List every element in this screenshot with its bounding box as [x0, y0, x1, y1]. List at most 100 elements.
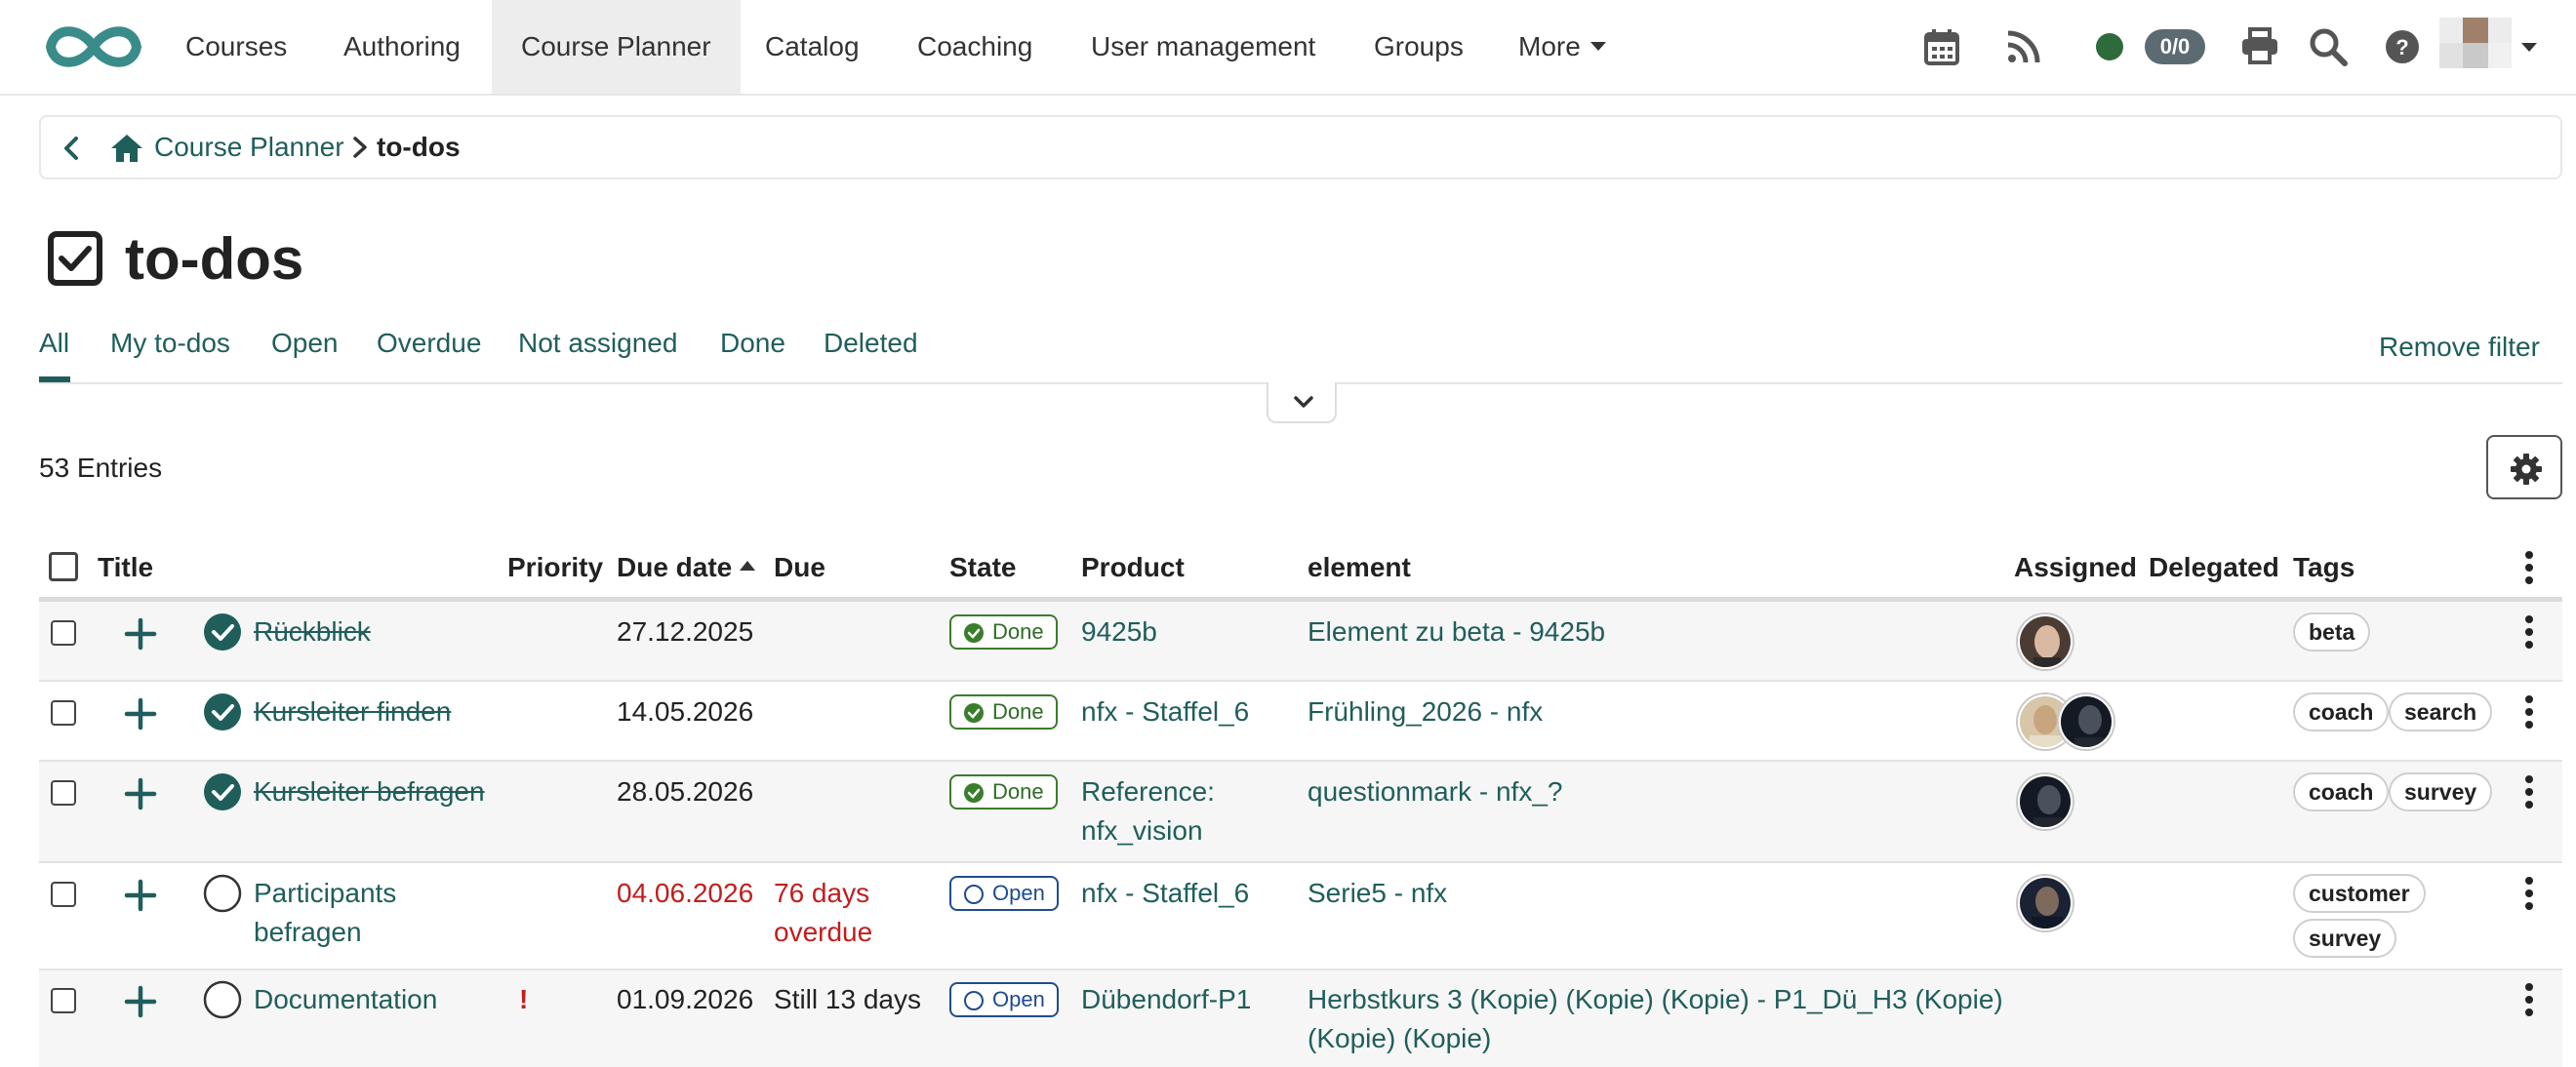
check-circle-icon[interactable] — [203, 613, 242, 652]
column-header-due-date[interactable]: Due date — [617, 548, 756, 587]
open-circle-icon[interactable] — [203, 980, 242, 1019]
tab-deleted[interactable]: Deleted — [824, 324, 918, 363]
state-label: Done — [992, 619, 1044, 644]
row-checkbox[interactable] — [51, 700, 76, 726]
tag-chip[interactable]: coach — [2293, 692, 2390, 731]
column-header-assigned[interactable]: Assigned — [2014, 548, 2137, 587]
element-link[interactable]: Element zu beta - 9425b — [1308, 613, 1605, 652]
due-date: 01.09.2026 — [617, 984, 754, 1014]
nav-more[interactable]: More — [1518, 0, 1606, 94]
tag-chip[interactable]: coach — [2293, 772, 2390, 811]
user-avatar[interactable] — [2439, 18, 2512, 68]
row-checkbox[interactable] — [51, 780, 76, 806]
element-link[interactable]: Herbstkurs 3 (Kopie) (Kopie) (Kopie) - P… — [1308, 980, 2003, 1058]
check-circle-icon — [964, 623, 984, 643]
state-label: Open — [992, 881, 1045, 905]
row-checkbox[interactable] — [51, 988, 76, 1013]
column-header-product[interactable]: Product — [1081, 548, 1185, 587]
column-options-kebab-icon[interactable] — [2523, 548, 2535, 587]
row-actions-kebab-icon[interactable] — [2523, 772, 2535, 811]
tag-chip[interactable]: search — [2389, 692, 2493, 731]
calendar-icon[interactable] — [1920, 25, 1963, 68]
home-icon[interactable] — [109, 131, 144, 166]
nav-courses[interactable]: Courses — [185, 0, 287, 94]
sort-ascending-icon — [740, 560, 756, 571]
column-header-state[interactable]: State — [949, 548, 1016, 587]
row-actions-kebab-icon[interactable] — [2523, 980, 2535, 1019]
todo-title-link[interactable]: Kursleiter befragen — [254, 772, 485, 811]
column-header-title[interactable]: Title — [98, 548, 153, 587]
assigned-user-avatar[interactable] — [2018, 876, 2073, 930]
element-link[interactable]: Serie5 - nfx — [1308, 874, 1447, 913]
row-actions-kebab-icon[interactable] — [2523, 692, 2535, 731]
rss-icon[interactable] — [2002, 25, 2045, 68]
breadcrumb-link-course-planner[interactable]: Course Planner — [154, 117, 344, 178]
tab-all[interactable]: All — [39, 324, 69, 363]
column-header-due[interactable]: Due — [774, 548, 825, 587]
plus-icon[interactable] — [123, 616, 158, 652]
element-link[interactable]: questionmark - nfx_? — [1308, 772, 1562, 811]
plus-icon[interactable] — [123, 878, 158, 913]
search-icon[interactable] — [2307, 25, 2350, 68]
online-status-indicator[interactable] — [2096, 33, 2123, 60]
nav-user-management[interactable]: User management — [1091, 0, 1315, 94]
product-link[interactable]: Reference: nfx_vision — [1081, 772, 1215, 850]
table-settings-button[interactable] — [2486, 435, 2562, 499]
column-header-delegated[interactable]: Delegated — [2149, 548, 2279, 587]
state-badge-open: Open — [949, 982, 1059, 1017]
assigned-user-avatar[interactable] — [2018, 774, 2073, 829]
product-link[interactable]: Dübendorf-P1 — [1081, 980, 1251, 1019]
plus-icon[interactable] — [123, 984, 158, 1019]
element-link-line: Herbstkurs 3 (Kopie) (Kopie) (Kopie) - P… — [1308, 984, 2003, 1014]
product-link[interactable]: 9425b — [1081, 613, 1157, 652]
column-header-tags[interactable]: Tags — [2293, 548, 2355, 587]
tag-chip[interactable]: survey — [2293, 919, 2397, 958]
chevron-right-icon — [353, 137, 367, 158]
assigned-user-avatar[interactable] — [2059, 694, 2113, 749]
tab-my-to-dos[interactable]: My to-dos — [110, 324, 230, 363]
expand-filters-button[interactable] — [1267, 382, 1337, 423]
nav-groups[interactable]: Groups — [1374, 0, 1464, 94]
print-icon[interactable] — [2238, 25, 2281, 68]
logo-icon[interactable] — [41, 20, 146, 74]
column-header-priority[interactable]: Priority — [507, 548, 603, 587]
tag-chip[interactable]: survey — [2389, 772, 2493, 811]
active-tab-indicator — [39, 376, 70, 382]
todo-title-link[interactable]: Kursleiter finden — [254, 692, 451, 731]
state-badge-done: Done — [949, 614, 1058, 650]
tab-done[interactable]: Done — [720, 324, 785, 363]
select-all-checkbox[interactable] — [49, 552, 78, 581]
nav-coaching[interactable]: Coaching — [917, 0, 1032, 94]
tag-chip[interactable]: beta — [2293, 613, 2371, 652]
due-date: 14.05.2026 — [617, 696, 754, 727]
tab-overdue[interactable]: Overdue — [377, 324, 481, 363]
row-checkbox[interactable] — [51, 620, 76, 646]
tab-not-assigned[interactable]: Not assigned — [518, 324, 677, 363]
chevron-down-icon[interactable] — [2521, 43, 2537, 52]
remove-filter-link[interactable]: Remove filter — [2379, 328, 2540, 367]
plus-icon[interactable] — [123, 696, 158, 731]
nav-catalog[interactable]: Catalog — [765, 0, 860, 94]
row-checkbox[interactable] — [51, 882, 76, 907]
element-link[interactable]: Frühling_2026 - nfx — [1308, 692, 1543, 731]
check-circle-icon[interactable] — [203, 772, 242, 811]
row-actions-kebab-icon[interactable] — [2523, 613, 2535, 652]
plus-icon[interactable] — [123, 776, 158, 811]
tag-chip[interactable]: customer — [2293, 874, 2426, 913]
nav-authoring[interactable]: Authoring — [343, 0, 461, 94]
todo-title-link[interactable]: Rückblick — [254, 613, 371, 652]
todo-title-link[interactable]: Documentation — [254, 980, 437, 1019]
open-circle-icon[interactable] — [203, 874, 242, 913]
check-circle-icon[interactable] — [203, 692, 242, 731]
help-icon[interactable]: ? — [2381, 25, 2424, 68]
row-actions-kebab-icon[interactable] — [2523, 874, 2535, 913]
tab-open[interactable]: Open — [271, 324, 339, 363]
notification-count-badge[interactable]: 0/0 — [2145, 29, 2205, 64]
assigned-user-avatar[interactable] — [2018, 614, 2073, 669]
chevron-left-icon[interactable] — [55, 131, 90, 166]
product-link[interactable]: nfx - Staffel_6 — [1081, 874, 1249, 913]
column-header-element[interactable]: element — [1308, 548, 1411, 587]
todo-title-link[interactable]: Participants befragen — [254, 874, 396, 952]
nav-course-planner[interactable]: Course Planner — [492, 0, 741, 94]
product-link[interactable]: nfx - Staffel_6 — [1081, 692, 1249, 731]
